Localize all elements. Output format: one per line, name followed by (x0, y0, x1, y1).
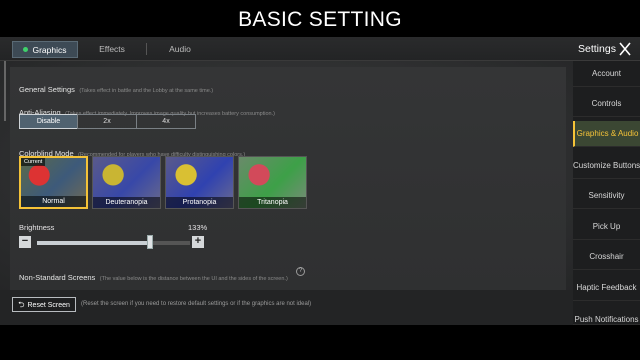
top-tab-bar: Graphics Effects Audio Settings (0, 37, 640, 61)
tab-effects[interactable]: Effects (84, 41, 140, 58)
colorblind-option-protanopia[interactable]: Protanopia (165, 156, 234, 209)
sidebar-item-graphics-audio[interactable]: Graphics & Audio (573, 121, 640, 147)
tab-graphics-label: Graphics (32, 45, 67, 55)
non-standard-title: Non-Standard Screens (19, 273, 96, 282)
reset-screen-button[interactable]: ⮌ Reset Screen (12, 297, 76, 312)
help-icon[interactable]: ? (296, 267, 305, 276)
sidebar-item-customize-buttons[interactable]: Customize Buttons (573, 153, 640, 179)
game-settings-screen: Graphics Effects Audio Settings General … (0, 37, 640, 325)
sidebar-item-controls[interactable]: Controls (573, 91, 640, 117)
scrollbar[interactable] (4, 61, 6, 121)
caption-title: BASIC SETTING (0, 0, 640, 37)
sidebar-item-crosshair[interactable]: Crosshair (573, 244, 640, 270)
colorblind-option-normal[interactable]: Current Normal (19, 156, 88, 209)
sidebar-item-pick-up[interactable]: Pick Up (573, 214, 640, 240)
letterbox-bottom (0, 325, 640, 360)
colorblind-label-protanopia: Protanopia (166, 197, 233, 208)
sidebar-item-haptic-feedback[interactable]: Haptic Feedback (573, 275, 640, 301)
tab-audio[interactable]: Audio (152, 41, 208, 58)
aa-option-2x[interactable]: 2x (77, 114, 137, 129)
non-standard-note: (The value below is the distance between… (99, 276, 288, 282)
settings-title: Settings (578, 43, 616, 55)
aa-option-4x[interactable]: 4x (136, 114, 196, 129)
reset-note: (Reset the screen if you need to restore… (81, 301, 312, 307)
reset-screen-label: Reset Screen (27, 302, 70, 309)
brightness-title: Brightness (19, 223, 55, 232)
general-settings-title: General Settings (19, 85, 75, 94)
current-badge: Current (21, 158, 46, 166)
colorblind-label-normal: Normal (21, 196, 86, 207)
undo-icon: ⮌ (18, 300, 25, 309)
sidebar-item-sensitivity[interactable]: Sensitivity (573, 183, 640, 209)
sidebar-item-account[interactable]: Account (573, 61, 640, 87)
close-icon[interactable] (618, 41, 632, 57)
tab-divider (146, 43, 147, 55)
tab-graphics[interactable]: Graphics (12, 41, 78, 58)
active-dot-icon (23, 47, 29, 52)
brightness-slider[interactable] (37, 241, 190, 245)
brightness-slider-fill (37, 241, 151, 245)
general-settings-note: (Takes effect in battle and the Lobby at… (79, 88, 214, 94)
colorblind-option-deuteranopia[interactable]: Deuteranopia (92, 156, 161, 209)
colorblind-label-deuteranopia: Deuteranopia (93, 197, 160, 208)
brightness-decrease-button[interactable]: − (19, 236, 31, 248)
settings-sidebar: Account Controls Graphics & Audio Custom… (573, 61, 640, 325)
non-standard-row: Non-Standard Screens (The value below is… (19, 267, 288, 285)
brightness-increase-button[interactable]: + (192, 236, 204, 248)
brightness-slider-handle[interactable] (147, 235, 154, 249)
bottom-bar (0, 290, 573, 325)
colorblind-label-tritanopia: Tritanopia (239, 197, 306, 208)
aa-option-disable[interactable]: Disable (19, 114, 78, 129)
general-settings-row: General Settings (Takes effect in battle… (19, 79, 213, 97)
brightness-value: 133% (188, 223, 208, 232)
sidebar-item-push-notifications[interactable]: Push Notifications (573, 305, 640, 325)
colorblind-option-tritanopia[interactable]: Tritanopia (238, 156, 307, 209)
